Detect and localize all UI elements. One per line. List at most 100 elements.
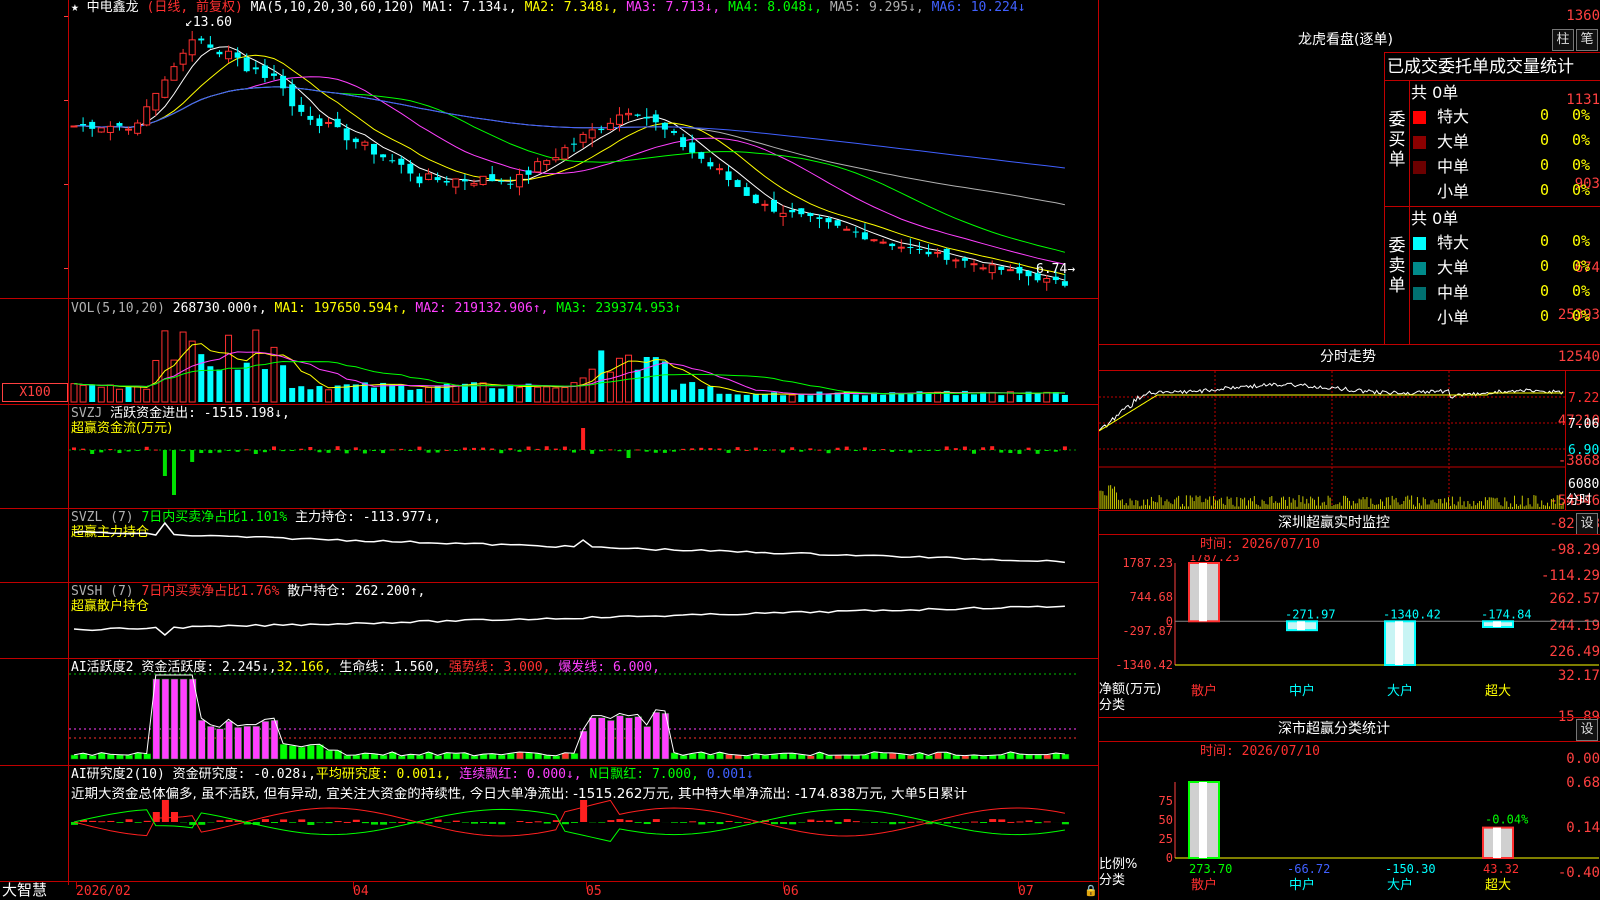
class-value-3: -150.30 xyxy=(1385,862,1436,876)
candle-body xyxy=(897,246,905,249)
svzj-bar xyxy=(617,450,622,452)
monitor-cat-4: 超大 xyxy=(1485,684,1511,699)
sep-svzj xyxy=(0,404,1098,405)
ma-value-2: MA2: 7.348↓, xyxy=(516,0,619,15)
class-bar-hl-1 xyxy=(1199,782,1207,858)
class-axis-2: 50 xyxy=(1159,813,1173,827)
svzj-bar xyxy=(1017,450,1022,454)
svzj-bar xyxy=(562,446,567,450)
aiact-bar xyxy=(1034,754,1042,760)
ai-active-chart[interactable] xyxy=(69,672,1098,764)
aiact-bar xyxy=(879,752,888,760)
svzj-bar xyxy=(262,450,267,453)
aires-bar xyxy=(152,812,160,822)
aires-bar xyxy=(425,822,433,824)
aiact-bar xyxy=(134,752,142,760)
volume-bar xyxy=(761,393,768,402)
class-cat-1: 散户 xyxy=(1191,877,1217,893)
svzl-line xyxy=(73,521,1065,564)
volume-bar xyxy=(1016,395,1023,402)
candle-body xyxy=(752,194,759,204)
class-chart[interactable]: 75 50 25 0 273.70散户 -66.72中户 -150.30大户 43.32 超大 -… xyxy=(1099,762,1600,900)
svsh-line xyxy=(73,605,1065,636)
volume-bar xyxy=(788,394,796,403)
candle-body xyxy=(916,248,923,250)
aires-bar xyxy=(934,822,942,823)
svzj-bar xyxy=(908,450,913,453)
aires-bar xyxy=(98,821,106,823)
volume-bar xyxy=(680,383,687,402)
svzj-bar xyxy=(599,450,604,452)
svzj-bar xyxy=(435,450,440,453)
svzj-bar xyxy=(644,450,649,452)
svzj-bar xyxy=(1008,450,1013,454)
aires-bar xyxy=(843,819,851,822)
svzj-bar xyxy=(1026,447,1031,450)
intraday-axis-5: 分时 xyxy=(1566,493,1593,508)
aiact-bar xyxy=(625,717,633,760)
candle-body xyxy=(934,251,942,254)
candle-body xyxy=(952,259,960,262)
bar-mode-button[interactable]: 柱 xyxy=(1552,29,1574,51)
aiact-bar xyxy=(616,715,624,760)
sep-ai-active xyxy=(0,658,1098,659)
candle-body xyxy=(625,112,633,116)
aiact-bar xyxy=(1016,753,1024,760)
ai-research-chart[interactable] xyxy=(69,800,1098,880)
aires-bar xyxy=(989,819,997,822)
candle-body xyxy=(97,127,105,133)
svzl-chart[interactable] xyxy=(69,520,1098,582)
volume-bar xyxy=(752,394,759,402)
chart-header: ★ 中电鑫龙 (日线, 前复权) MA(5,10,20,30,60,120) M… xyxy=(71,1,1026,15)
aires-bar xyxy=(452,820,460,822)
volume-bar xyxy=(106,384,114,403)
buy-row-pct-2: 0% xyxy=(1572,131,1591,149)
volume-bar xyxy=(416,388,423,402)
candle-body xyxy=(689,142,696,153)
candlestick-chart[interactable] xyxy=(69,15,1098,298)
class-axis-4: 0 xyxy=(1166,851,1173,865)
monitor-cat-1: 散户 xyxy=(1191,683,1217,699)
aires-bar xyxy=(734,822,742,823)
aires-bar xyxy=(352,819,360,822)
aiact-bar xyxy=(798,754,806,760)
aiact-bar xyxy=(261,721,270,760)
sell-row-pct-2: 0% xyxy=(1572,257,1591,275)
svzj-bar xyxy=(753,447,758,450)
candle-body xyxy=(261,65,268,78)
ma-line-1 xyxy=(73,46,1066,281)
stats-title: 已成交委托单成交量统计 xyxy=(1387,57,1574,77)
candle-body xyxy=(861,232,868,240)
aires-bar xyxy=(634,822,642,823)
monitor-cat-3: 大户 xyxy=(1387,683,1413,699)
lock-icon[interactable]: 🔒 xyxy=(1084,884,1098,897)
svzj-bar xyxy=(535,448,540,450)
candle-body xyxy=(234,52,241,58)
svzj-bar xyxy=(453,450,458,451)
monitor-value-2: -271.97 xyxy=(1285,607,1336,621)
monitor-chart[interactable]: 1787.23744.680-297.87-1340.421787.23散户-2… xyxy=(1099,555,1600,700)
svzj-bar xyxy=(608,449,613,451)
volume-bar xyxy=(280,365,287,402)
volume-bar xyxy=(352,384,359,402)
class-settings-button[interactable]: 设 xyxy=(1576,719,1598,741)
monitor-settings-button[interactable]: 设 xyxy=(1576,513,1598,535)
pen-mode-button[interactable]: 笔 xyxy=(1576,29,1598,51)
candle-body xyxy=(179,52,187,65)
svzj-chart[interactable] xyxy=(69,420,1098,504)
star-icon[interactable]: ★ xyxy=(71,0,79,15)
svzj-bar xyxy=(162,450,167,476)
svzj-bar xyxy=(972,450,976,454)
svzj-bar xyxy=(126,450,131,452)
aires-bar xyxy=(871,822,878,823)
intraday-chart[interactable] xyxy=(1099,371,1565,509)
candle-body xyxy=(834,220,841,226)
period-label[interactable]: (日线, 前复权) xyxy=(147,0,243,15)
aires-bar xyxy=(561,822,569,825)
ma-value-3: MA3: 7.713↓, xyxy=(618,0,721,15)
volume-chart[interactable] xyxy=(69,314,1098,404)
svsh-chart[interactable] xyxy=(69,596,1098,658)
candle-body xyxy=(579,133,587,143)
ma-value-1: MA1: 7.134↓, xyxy=(422,0,517,15)
vol-unit-box[interactable]: X100 xyxy=(2,383,68,402)
